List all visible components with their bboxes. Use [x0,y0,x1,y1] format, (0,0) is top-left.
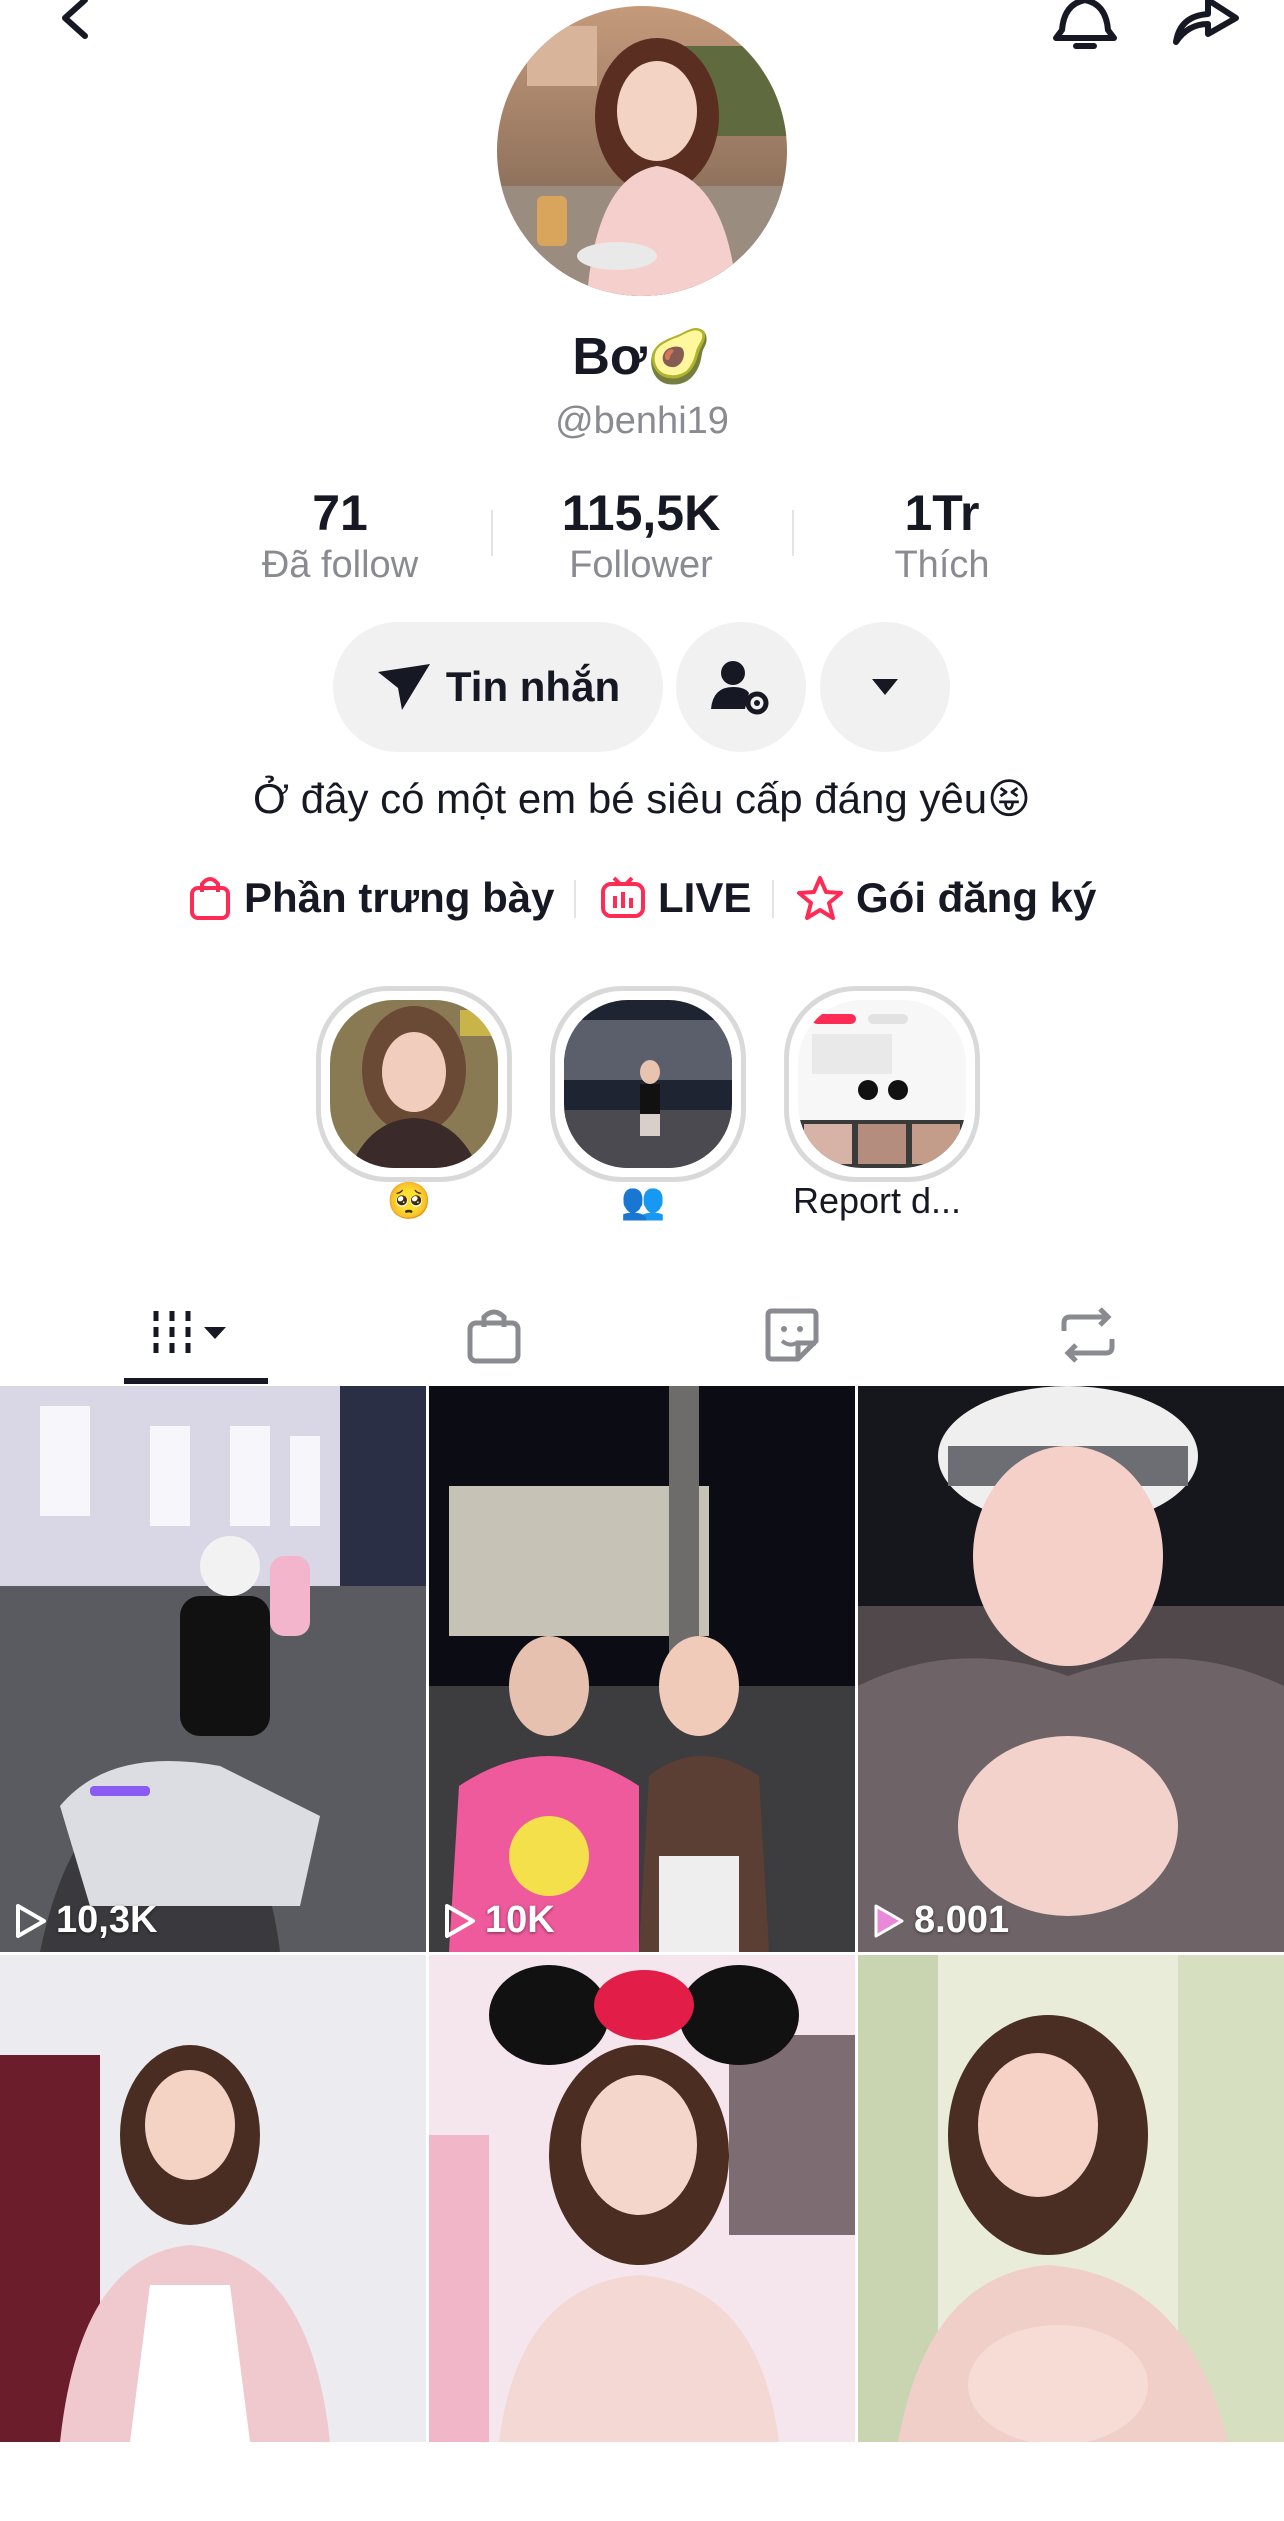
back-chevron-icon[interactable] [55,0,105,44]
view-count-label: 10K [485,1899,555,1941]
highlight-1-thumb [330,1000,498,1168]
repost-icon [1061,1307,1115,1363]
video-thumb[interactable]: 8.001 [858,1386,1284,1952]
view-count-label: 10,3K [56,1899,158,1941]
play-icon [16,1903,46,1938]
stat-following-label: Đã follow [261,544,419,586]
live-link-label: LIVE [658,874,752,921]
play-icon [445,1903,475,1938]
highlight-3-thumb [798,1000,966,1168]
more-dropdown-button[interactable] [820,622,950,752]
stat-likes-label: Thích [894,544,990,586]
view-count: 10,3K [14,1899,157,1942]
person-gear-icon [711,661,769,715]
shop-bag-icon [467,1309,521,1364]
star-subscription-icon [797,876,843,920]
stat-likes-value: 1Tr [904,485,980,541]
stat-following-value: 71 [312,485,368,541]
profile-handle: @benhi19 [555,400,729,442]
highlight-1[interactable] [316,986,512,1182]
link-divider [574,880,576,918]
liked-sticker-icon [765,1308,819,1362]
highlight-2-label: 👥 [620,1180,666,1221]
stat-followers[interactable]: 115,5K Follower [491,484,791,588]
video-thumb[interactable]: 10,3K [0,1386,426,1952]
profile-name: Bơ🥑 [572,328,712,386]
view-count: 8.001 [872,1899,1009,1942]
stat-following[interactable]: 71 Đã follow [190,484,490,588]
video-thumb[interactable] [0,1955,426,2521]
tab-shop[interactable] [414,1290,574,1380]
shopping-bag-icon [190,877,230,920]
avatar[interactable] [497,6,787,296]
video-thumb[interactable]: 10K [429,1386,855,1952]
tab-videos[interactable] [116,1290,276,1380]
link-divider [772,880,774,918]
tab-reposts[interactable] [1008,1290,1168,1380]
pinned-play-icon [874,1904,904,1937]
message-button[interactable]: Tin nhắn [333,622,663,752]
showcase-link[interactable]: Phần trưng bày [188,868,554,928]
video-thumb[interactable] [858,1955,1284,2521]
highlight-3-label: Report d... [792,1180,962,1221]
videos-grid-icon [153,1311,226,1359]
bell-icon[interactable] [1050,0,1120,50]
friend-settings-button[interactable] [676,622,806,752]
highlight-2-thumb [564,1000,732,1168]
tab-liked[interactable] [712,1290,872,1380]
message-button-label: Tin nhắn [445,663,621,710]
stat-followers-value: 115,5K [561,485,721,541]
stat-likes[interactable]: 1Tr Thích [792,484,1092,588]
active-tab-indicator [124,1378,268,1384]
profile-bio: Ở đây có một em bé siêu cấp đáng yêu😝 [253,775,1031,822]
subscription-link-label: Gói đăng ký [856,874,1097,921]
showcase-link-label: Phần trưng bày [244,874,555,921]
highlight-1-label: 🥺 [386,1180,432,1221]
highlight-3[interactable] [784,986,980,1182]
send-icon [377,664,430,710]
live-link[interactable]: LIVE [600,868,751,928]
share-icon[interactable] [1168,0,1240,46]
subscription-link[interactable]: Gói đăng ký [796,868,1096,928]
highlight-2[interactable] [550,986,746,1182]
view-count-label: 8.001 [914,1899,1010,1941]
caret-down-icon [872,679,898,695]
view-count: 10K [443,1899,555,1942]
live-tv-icon [601,876,645,918]
stat-followers-label: Follower [569,544,713,586]
video-thumb[interactable] [429,1955,855,2521]
